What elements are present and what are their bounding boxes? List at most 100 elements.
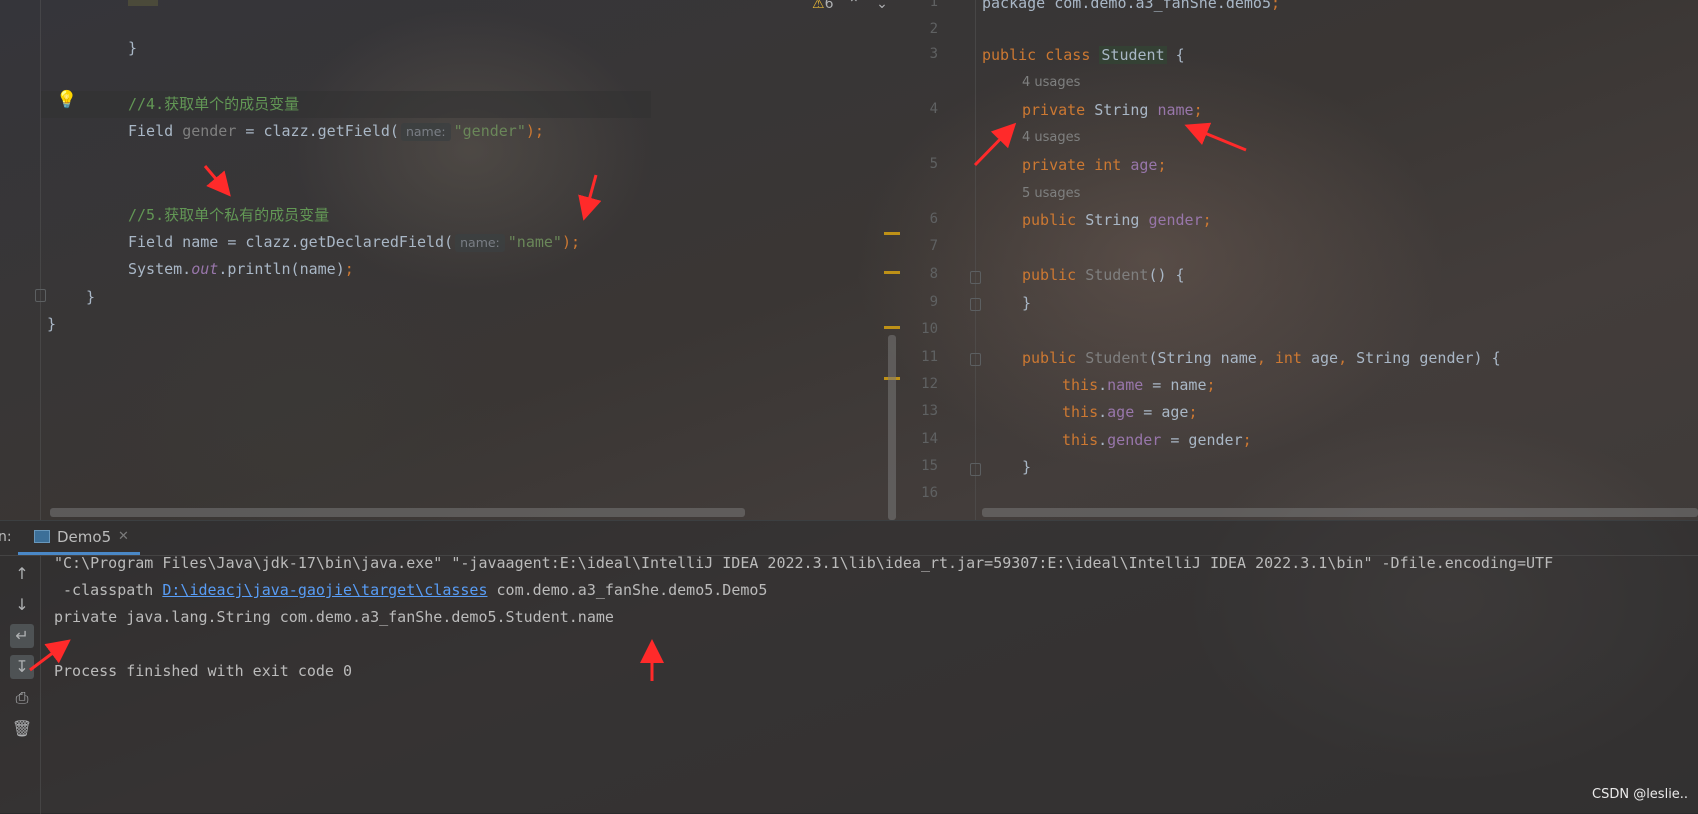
console-exit-line: Process finished with exit code 0 <box>54 662 353 680</box>
code-line[interactable]: //4.获取单个的成员变量 <box>128 91 299 119</box>
code-line[interactable]: //5.获取单个私有的成员变量 <box>128 202 329 230</box>
code-token: , int <box>1256 349 1311 367</box>
code-token: String gender) { <box>1356 349 1501 367</box>
code-token: String <box>1085 211 1149 229</box>
code-line[interactable]: Field name = clazz.getDeclaredField(name… <box>128 229 580 257</box>
fold-icon[interactable] <box>35 289 46 302</box>
warning-count: 6 <box>824 0 834 12</box>
classpath-link[interactable]: D:\ideacj\java-gaojie\target\classes <box>162 581 487 599</box>
line-number: 14 <box>921 431 938 447</box>
fold-icon[interactable] <box>970 271 981 284</box>
code-token: } <box>1022 458 1032 476</box>
console-output-line: private java.lang.String com.demo.a3_fan… <box>54 608 614 626</box>
line-number: 12 <box>921 376 938 392</box>
line-number: 2 <box>929 21 938 37</box>
code-token: { <box>1166 46 1185 64</box>
code-token: , <box>1338 349 1357 367</box>
previous-highlight-icon[interactable]: ⌃ <box>848 0 860 12</box>
fold-icon[interactable] <box>970 353 981 366</box>
code-token: Student <box>1085 266 1149 284</box>
code-line[interactable]: this.age = age; <box>1062 399 1197 427</box>
code-line[interactable]: public Student() { <box>1022 262 1185 290</box>
trash-icon[interactable]: 🗑 <box>10 717 34 741</box>
run-config-icon <box>34 530 50 543</box>
line-number: 9 <box>929 294 938 310</box>
code-token: = gender <box>1161 431 1243 449</box>
code-token: } <box>47 315 57 333</box>
code-line[interactable]: public class Student { <box>982 42 1185 70</box>
code-token: } <box>86 288 96 306</box>
stripe-marker[interactable] <box>884 271 900 274</box>
arrow-up-icon[interactable]: ↑ <box>10 562 34 586</box>
code-token: age <box>1107 403 1135 421</box>
code-token: public <box>1022 211 1086 229</box>
code-line[interactable]: } <box>1022 290 1031 318</box>
code-line[interactable]: private int age; <box>1022 152 1167 180</box>
run-label: n: <box>0 529 12 545</box>
console-classpath-line: -classpath D:\ideacj\java-gaojie\target\… <box>54 577 767 604</box>
code-token: package com.demo.a3_fanShe.demo5 <box>982 0 1271 12</box>
left-editor[interactable]: 💡 } //4.获取单个的成员变量 Field gender = clazz.g… <box>0 0 900 520</box>
line-number: 5 <box>929 156 938 172</box>
right-gutter <box>900 0 976 520</box>
soft-wrap-icon[interactable]: ↵ <box>10 624 34 648</box>
line-number: 7 <box>929 238 938 254</box>
code-token: ; <box>1193 101 1203 119</box>
code-token: age <box>1311 349 1339 367</box>
code-token: public <box>1022 349 1086 367</box>
code-line[interactable]: private String name; <box>1022 97 1203 125</box>
code-token: (String name <box>1148 349 1257 367</box>
code-line[interactable]: public Student(String name, int age, Str… <box>1022 345 1501 373</box>
stripe-marker[interactable] <box>884 326 900 329</box>
usages-hint[interactable]: 5 usages <box>1022 186 1080 201</box>
code-token: Field <box>128 122 183 140</box>
code-line[interactable]: public String gender; <box>1022 207 1212 235</box>
console-command-line: "C:\Program Files\Java\jdk-17\bin\java.e… <box>54 554 1554 572</box>
code-line[interactable]: Field gender = clazz.getField(name: "gend… <box>128 118 544 146</box>
code-token: . <box>1098 431 1108 449</box>
code-line[interactable]: } <box>128 35 137 63</box>
line-number: 3 <box>929 46 938 62</box>
code-token: ; <box>1242 431 1252 449</box>
code-line[interactable]: this.name = name; <box>1062 372 1216 400</box>
next-highlight-icon[interactable]: ⌄ <box>876 0 888 12</box>
code-token: //4. <box>128 95 165 113</box>
warning-icon: ⚠ <box>812 0 825 12</box>
code-line[interactable]: } <box>1022 454 1031 482</box>
horizontal-scrollbar[interactable] <box>50 508 745 517</box>
code-token: name <box>1107 376 1144 394</box>
code-line[interactable]: System.out.println(name); <box>128 256 354 284</box>
inspection-widget[interactable]: ⚠6 ⌃ ⌄ <box>812 0 888 12</box>
fold-icon[interactable] <box>970 463 981 476</box>
code-token: . <box>1098 376 1108 394</box>
code-line[interactable]: package com.demo.a3_fanShe.demo5; <box>982 0 1280 18</box>
code-token: private int <box>1022 156 1131 174</box>
fold-icon[interactable] <box>970 298 981 311</box>
code-token: "name" <box>507 233 562 251</box>
usages-hint[interactable]: 4 usages <box>1022 130 1080 145</box>
line-number: 16 <box>921 485 938 501</box>
main-class: com.demo.a3_fanShe.demo5.Demo5 <box>487 581 768 599</box>
horizontal-scrollbar[interactable] <box>982 508 1698 517</box>
arrow-down-icon[interactable]: ↓ <box>10 593 34 617</box>
code-line[interactable]: } <box>47 311 56 339</box>
stripe-marker[interactable] <box>884 232 900 235</box>
close-icon[interactable]: ✕ <box>118 529 129 544</box>
code-token: ; <box>1270 0 1281 12</box>
code-token: this <box>1062 431 1099 449</box>
code-token: . <box>1098 403 1108 421</box>
vertical-scrollbar[interactable] <box>888 335 896 520</box>
print-icon[interactable]: ⎙ <box>10 686 34 710</box>
bulb-icon[interactable]: 💡 <box>56 90 77 110</box>
code-token: gender <box>1148 211 1203 229</box>
code-line[interactable]: } <box>86 284 95 312</box>
code-line[interactable]: this.gender = gender; <box>1062 427 1252 455</box>
right-editor[interactable]: 1 2 3 4 5 6 7 8 9 10 11 12 13 14 15 16 package com.demo… <box>900 0 1698 520</box>
scroll-to-end-icon[interactable]: ↧ <box>10 655 34 679</box>
code-token: } <box>1022 294 1032 312</box>
parameter-hint: name: <box>455 234 505 252</box>
code-token: "gender" <box>453 122 526 140</box>
line-number: 11 <box>921 349 938 365</box>
usages-hint[interactable]: 4 usages <box>1022 75 1080 90</box>
code-token: public class <box>982 46 1100 64</box>
